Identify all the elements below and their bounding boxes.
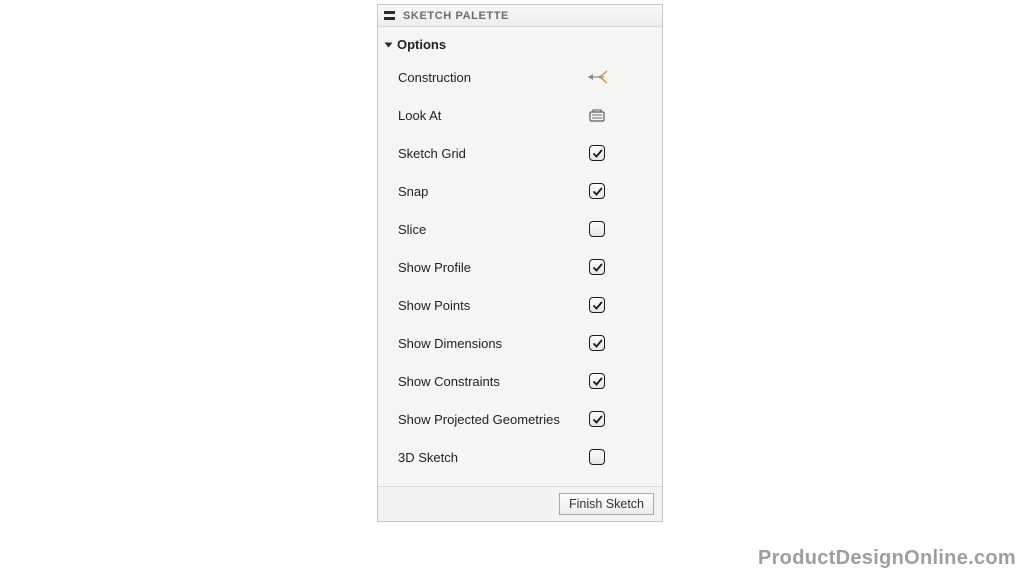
row-show-projected-geometries: Show Projected Geometries bbox=[386, 400, 654, 438]
row-show-constraints: Show Constraints bbox=[386, 362, 654, 400]
row-label: Sketch Grid bbox=[398, 146, 586, 161]
construction-toggle-button[interactable] bbox=[586, 67, 608, 87]
row-sketch-grid: Sketch Grid bbox=[386, 134, 654, 172]
row-label: Show Points bbox=[398, 298, 586, 313]
row-show-dimensions: Show Dimensions bbox=[386, 324, 654, 362]
panel-header: SKETCH PALETTE bbox=[378, 5, 662, 27]
row-3d-sketch: 3D Sketch bbox=[386, 438, 654, 476]
slice-checkbox[interactable] bbox=[589, 221, 605, 237]
panel-title: SKETCH PALETTE bbox=[403, 10, 509, 22]
show-dimensions-checkbox[interactable] bbox=[589, 335, 605, 351]
row-label: Show Dimensions bbox=[398, 336, 586, 351]
show-projected-geometries-checkbox[interactable] bbox=[589, 411, 605, 427]
row-show-points: Show Points bbox=[386, 286, 654, 324]
row-label: Slice bbox=[398, 222, 586, 237]
panel-footer: Finish Sketch bbox=[378, 486, 662, 521]
panel-body: Options Construction Look At bbox=[378, 27, 662, 486]
show-points-checkbox[interactable] bbox=[589, 297, 605, 313]
panel-collapse-icon[interactable] bbox=[384, 11, 395, 20]
row-label: 3D Sketch bbox=[398, 450, 586, 465]
row-look-at: Look At bbox=[386, 96, 654, 134]
options-disclosure[interactable]: Options bbox=[386, 37, 654, 52]
look-at-button[interactable] bbox=[586, 105, 608, 125]
row-label: Snap bbox=[398, 184, 586, 199]
snap-checkbox[interactable] bbox=[589, 183, 605, 199]
show-profile-checkbox[interactable] bbox=[589, 259, 605, 275]
show-constraints-checkbox[interactable] bbox=[589, 373, 605, 389]
row-label: Construction bbox=[398, 70, 586, 85]
compass-icon bbox=[586, 68, 608, 86]
row-slice: Slice bbox=[386, 210, 654, 248]
options-title: Options bbox=[397, 37, 446, 52]
look-at-icon bbox=[587, 107, 607, 123]
row-label: Show Constraints bbox=[398, 374, 586, 389]
sketch-palette-panel: SKETCH PALETTE Options Construction bbox=[377, 4, 663, 522]
row-label: Show Profile bbox=[398, 260, 586, 275]
3d-sketch-checkbox[interactable] bbox=[589, 449, 605, 465]
finish-sketch-button[interactable]: Finish Sketch bbox=[559, 493, 654, 515]
row-label: Show Projected Geometries bbox=[398, 412, 586, 427]
row-construction: Construction bbox=[386, 58, 654, 96]
row-snap: Snap bbox=[386, 172, 654, 210]
sketch-grid-checkbox[interactable] bbox=[589, 145, 605, 161]
row-show-profile: Show Profile bbox=[386, 248, 654, 286]
watermark-text: ProductDesignOnline.com bbox=[758, 547, 1016, 570]
row-label: Look At bbox=[398, 108, 586, 123]
disclosure-triangle-icon bbox=[385, 42, 393, 47]
